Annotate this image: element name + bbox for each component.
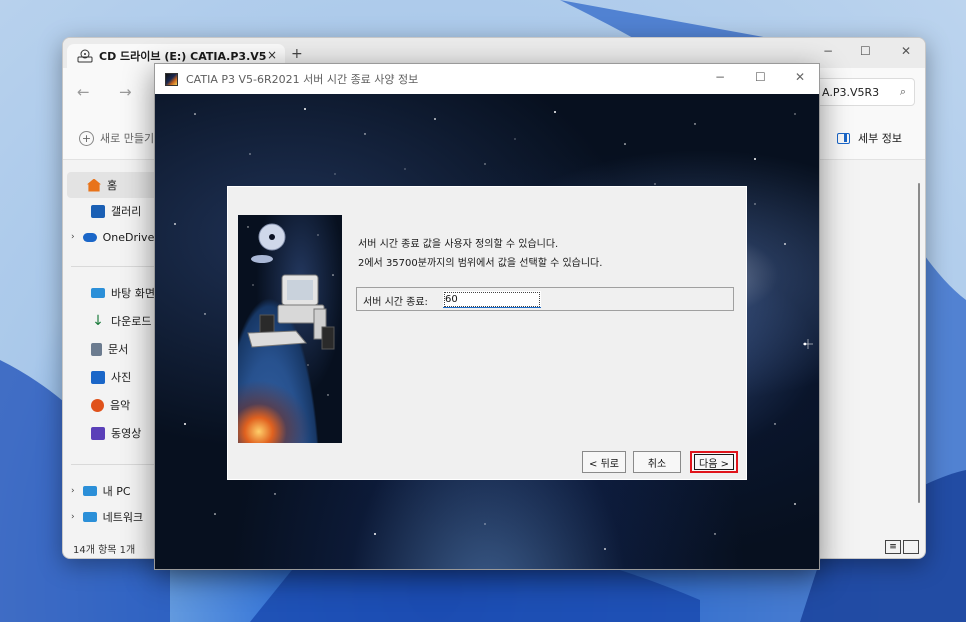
document-icon <box>91 342 102 356</box>
sidebar-item-network[interactable]: › 네트워크 <box>63 504 163 530</box>
sidebar-divider <box>71 266 161 267</box>
search-icon: ⌕ <box>899 85 906 98</box>
maximize-icon[interactable]: ☐ <box>860 44 871 58</box>
view-toggle: ≡ <box>885 540 919 554</box>
space-background: 서버 시간 종료 값을 사용자 정의할 수 있습니다. 2에서 35700분까지… <box>155 94 819 569</box>
close-tab-icon[interactable]: × <box>267 48 277 62</box>
computer-illustration <box>247 223 335 396</box>
maximize-icon[interactable]: ☐ <box>755 70 766 84</box>
pc-icon <box>82 486 97 496</box>
sidebar-label: 네트워크 <box>102 511 144 524</box>
info-message-line2: 2에서 35700분까지의 범위에서 값을 선택할 수 있습니다. <box>358 258 603 269</box>
sidebar-label: 다운로드 <box>111 315 152 328</box>
minimize-icon[interactable]: − <box>823 44 833 58</box>
search-value: A.P3.V5R3 <box>822 86 880 99</box>
minimize-icon[interactable]: − <box>715 70 725 84</box>
next-button-label: 다음 > <box>694 454 734 470</box>
sidebar-item-videos[interactable]: 동영상 <box>63 420 163 446</box>
app-icon <box>165 72 178 86</box>
status-bar-text: 14개 항목 1개 <box>73 545 136 556</box>
info-message-line1: 서버 시간 종료 값을 사용자 정의할 수 있습니다. <box>358 239 559 250</box>
desktop-icon <box>91 288 105 298</box>
sidebar-item-this-pc[interactable]: › 내 PC <box>63 478 163 504</box>
new-button-label: 새로 만들기 <box>100 132 155 145</box>
sidebar-divider <box>71 464 161 465</box>
chevron-right-icon[interactable]: › <box>71 232 75 242</box>
photo-icon <box>91 370 105 384</box>
sidebar-label: 홈 <box>107 179 118 192</box>
explorer-tab-title: CD 드라이브 (E:) CATIA.P3.V5 <box>99 50 267 63</box>
sidebar: 홈 갤러리 › OneDrive 바탕 화면 ↓ 다운로드 문서 사진 음악 동… <box>63 160 163 558</box>
sidebar-label: 동영상 <box>111 427 142 440</box>
forward-arrow-icon[interactable]: → <box>119 83 132 101</box>
dialog-panel: 서버 시간 종료 값을 사용자 정의할 수 있습니다. 2에서 35700분까지… <box>227 186 747 480</box>
installer-titlebar: CATIA P3 V5-6R2021 서버 시간 종료 사양 정보 − ☐ ✕ <box>155 64 819 94</box>
sidebar-item-home[interactable]: 홈 <box>67 172 163 198</box>
video-icon <box>91 426 105 440</box>
details-button[interactable]: 세부 정보 <box>837 130 902 146</box>
cloud-icon <box>82 232 97 242</box>
sidebar-item-desktop[interactable]: 바탕 화면 <box>63 280 163 306</box>
new-tab-button[interactable]: + <box>291 46 303 62</box>
sidebar-item-music[interactable]: 음악 <box>63 392 163 418</box>
sidebar-item-onedrive[interactable]: › OneDrive <box>63 224 163 250</box>
gallery-icon <box>91 204 105 218</box>
close-icon[interactable]: ✕ <box>901 44 911 58</box>
back-arrow-icon[interactable]: ← <box>77 83 90 101</box>
new-button[interactable]: + 새로 만들기 <box>79 130 154 146</box>
network-icon <box>82 512 97 522</box>
details-label: 세부 정보 <box>858 132 902 145</box>
scrollbar[interactable] <box>918 183 920 503</box>
tiles-view-icon[interactable] <box>903 540 919 554</box>
sidebar-label: 음악 <box>110 399 131 412</box>
sidebar-label: 내 PC <box>102 485 131 498</box>
sidebar-label: 갤러리 <box>111 205 142 218</box>
cancel-button[interactable]: 취소 <box>633 451 681 473</box>
details-pane-icon <box>837 132 850 144</box>
sidebar-label: 바탕 화면 <box>111 287 155 300</box>
download-icon: ↓ <box>92 312 104 329</box>
plus-icon: + <box>79 130 94 146</box>
sidebar-label: 문서 <box>108 343 129 356</box>
timeout-field-group: 서버 시간 종료: <box>356 287 734 311</box>
close-icon[interactable]: ✕ <box>795 70 805 84</box>
chevron-right-icon[interactable]: › <box>71 486 75 496</box>
details-view-icon[interactable]: ≡ <box>885 540 901 554</box>
installer-title: CATIA P3 V5-6R2021 서버 시간 종료 사양 정보 <box>186 73 419 86</box>
sidebar-label: OneDrive <box>102 230 155 244</box>
sidebar-label: 사진 <box>111 371 132 384</box>
sidebar-item-documents[interactable]: 문서 <box>63 336 163 362</box>
cd-drive-icon <box>77 49 93 63</box>
installer-side-image <box>238 215 342 443</box>
music-icon <box>91 398 104 412</box>
back-button[interactable]: < 뒤로 <box>582 451 626 473</box>
next-button[interactable]: 다음 > <box>690 451 738 473</box>
sidebar-item-gallery[interactable]: 갤러리 <box>63 198 163 224</box>
home-icon <box>87 178 101 192</box>
chevron-right-icon[interactable]: › <box>71 512 75 522</box>
sidebar-item-downloads[interactable]: ↓ 다운로드 <box>63 308 163 334</box>
search-input[interactable]: A.P3.V5R3 ⌕ <box>815 78 915 106</box>
catia-installer-window: CATIA P3 V5-6R2021 서버 시간 종료 사양 정보 − ☐ ✕ <box>154 63 820 570</box>
timeout-field-label: 서버 시간 종료: <box>363 297 428 308</box>
timeout-input[interactable] <box>443 291 541 308</box>
sidebar-item-pictures[interactable]: 사진 <box>63 364 163 390</box>
